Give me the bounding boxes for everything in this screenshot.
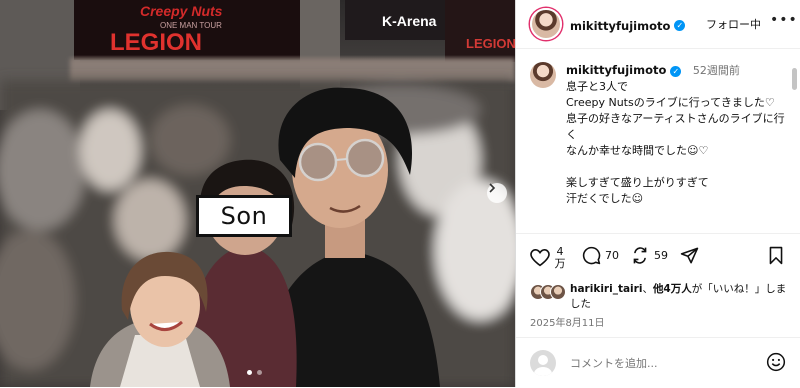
verified-badge-icon: ✓ — [674, 19, 686, 31]
liker-avatars — [530, 284, 566, 300]
likes-separator: 、 — [642, 283, 653, 295]
sign-right-text: LEGION — [466, 36, 515, 51]
next-photo-button[interactable] — [487, 183, 507, 203]
repost-button[interactable]: 59 — [630, 246, 668, 265]
post-date[interactable]: 2025年8月11日 — [530, 314, 605, 329]
bookmark-icon — [769, 246, 783, 265]
like-button[interactable]: 4万 — [530, 246, 566, 270]
comment-icon — [582, 246, 601, 265]
author-username[interactable]: mikittyfujimoto — [570, 19, 670, 33]
save-button[interactable] — [768, 246, 784, 265]
venue-sign-text: K-Arena — [382, 13, 437, 29]
post-header: mikittyfujimoto ✓ フォロー中 ••• — [516, 0, 800, 49]
sign-top-text: Creepy Nuts — [140, 3, 223, 19]
carousel-dot — [257, 370, 262, 375]
post-actions: 4万 70 59 harikiri_tairi、他4万人が「いいね！」しました … — [516, 233, 800, 334]
post-side-panel: mikittyfujimoto ✓ フォロー中 ••• mikittyfujimo… — [515, 0, 800, 387]
viewer-avatar — [530, 350, 556, 376]
liker-avatar — [550, 284, 566, 300]
likes-summary: harikiri_tairi、他4万人が「いいね！」しました — [530, 282, 790, 312]
carousel-indicator — [247, 370, 262, 375]
post-photo[interactable]: LEGION K-Arena LEGION ONE MAN TOUR Creepy Nu… — [0, 0, 515, 387]
more-horizontal-icon[interactable]: ••• — [770, 12, 798, 28]
heart-icon — [530, 249, 550, 267]
instagram-post-view: LEGION K-Arena LEGION ONE MAN TOUR Creepy Nu… — [0, 0, 800, 387]
emoji-icon — [766, 352, 786, 372]
post-age[interactable]: 52週間前 — [693, 64, 740, 77]
scrollbar-thumb[interactable] — [792, 68, 797, 90]
comment-button[interactable]: 70 — [582, 246, 619, 265]
caption-username[interactable]: mikittyfujimoto — [566, 63, 666, 77]
carousel-dot-active — [247, 370, 252, 375]
sign-main-text: LEGION — [110, 29, 202, 56]
comment-input[interactable] — [568, 355, 752, 371]
share-icon — [680, 247, 699, 264]
emoji-button[interactable] — [766, 352, 786, 376]
comment-count[interactable]: 70 — [605, 249, 619, 262]
photo-scene: LEGIONK-ArenaLEGIONONE MAN TOURCreepy Nu… — [0, 0, 515, 387]
like-count[interactable]: 4万 — [554, 246, 566, 270]
likes-others-link[interactable]: 他4万人 — [653, 283, 692, 295]
repost-icon — [633, 247, 647, 264]
verified-badge-icon: ✓ — [670, 65, 682, 77]
caption-text: 息子と3人で Creepy Nutsのライブに行ってきました♡ 息子の好きなアー… — [566, 80, 785, 205]
liker-username[interactable]: harikiri_tairi — [570, 283, 642, 295]
son-face-label: Son — [196, 195, 292, 237]
post-caption: mikittyfujimoto ✓ 52週間前 息子と3人で Creepy Nut… — [530, 62, 788, 207]
following-button[interactable]: フォロー中 — [706, 16, 761, 32]
sign-sub-text: ONE MAN TOUR — [160, 21, 222, 30]
chevron-right-icon — [489, 183, 496, 193]
author-name-wrap: mikittyfujimoto ✓ — [570, 15, 686, 34]
caption-scrollbar[interactable] — [792, 60, 797, 240]
repost-count[interactable]: 59 — [654, 249, 668, 262]
share-button[interactable] — [680, 246, 699, 265]
comment-bar — [516, 337, 800, 388]
caption-author-avatar[interactable] — [530, 62, 556, 88]
author-avatar[interactable] — [530, 8, 562, 40]
